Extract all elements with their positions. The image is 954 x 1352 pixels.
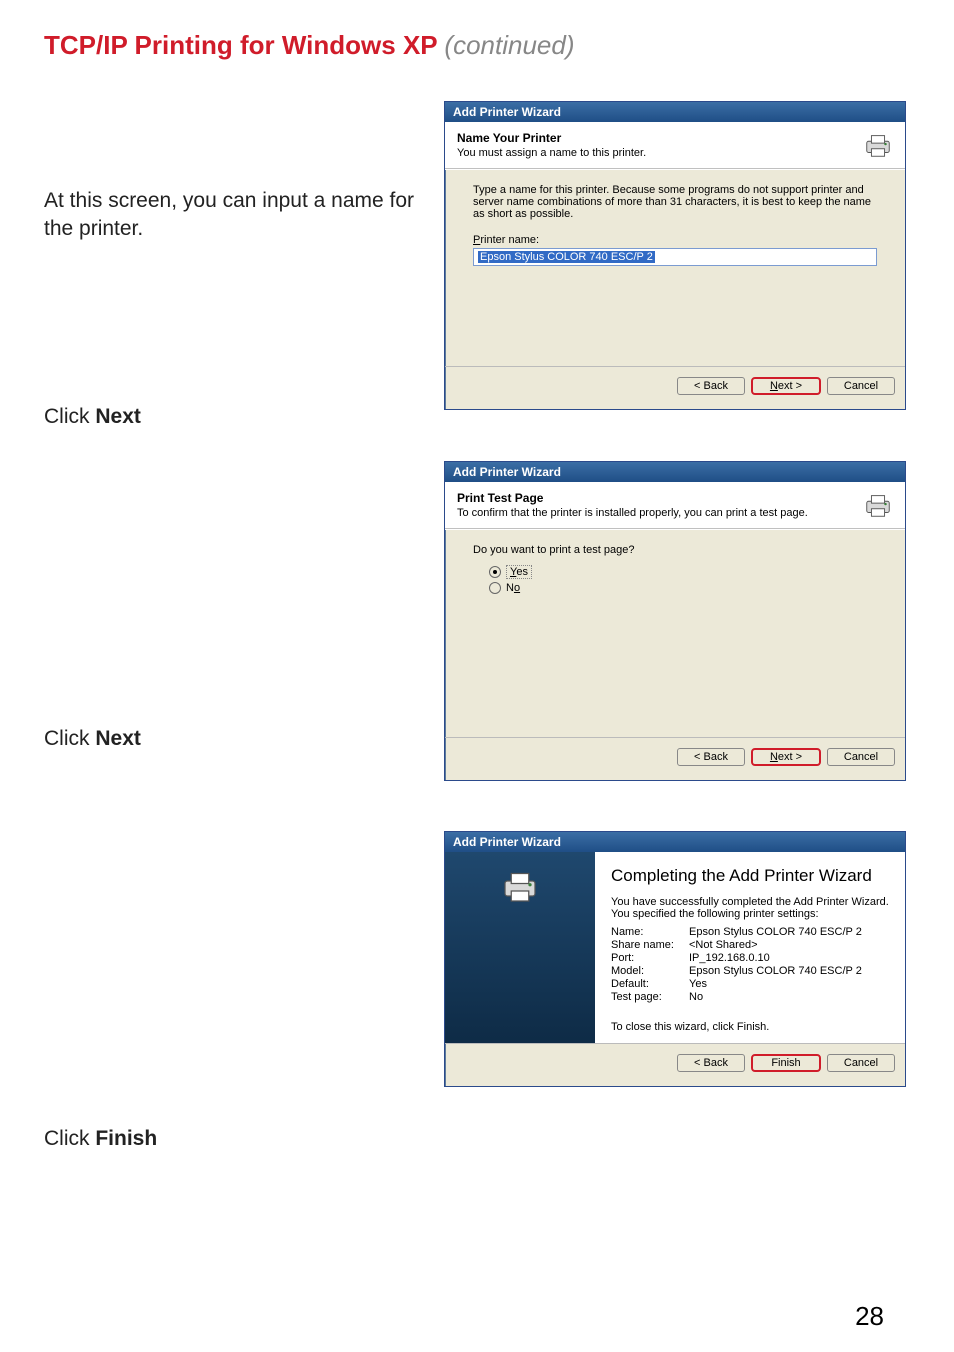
- back-button[interactable]: < Back: [677, 1054, 745, 1072]
- wizard-line1: You have successfully completed the Add …: [611, 896, 889, 908]
- wizard-heading: Completing the Add Printer Wizard: [611, 866, 889, 886]
- instruction-intro: At this screen, you can input a name for…: [44, 187, 444, 244]
- summary-table: Name: Epson Stylus COLOR 740 ESC/P 2 Sha…: [611, 926, 889, 1003]
- value-port: IP_192.168.0.10: [689, 952, 889, 964]
- page-heading-main: TCP/IP Printing for Windows XP: [44, 30, 437, 60]
- next-button[interactable]: Next >: [751, 748, 821, 766]
- instruction-click-next-1: Click Next: [44, 403, 444, 431]
- wizard-line2: You specified the following printer sett…: [611, 908, 889, 920]
- wizard-titlebar: Add Printer Wizard: [445, 462, 905, 482]
- wizard-close-text: To close this wizard, click Finish.: [611, 1021, 889, 1033]
- printer-icon: [500, 866, 540, 906]
- back-button[interactable]: < Back: [677, 377, 745, 395]
- label-share: Share name:: [611, 939, 689, 951]
- label-model: Model:: [611, 965, 689, 977]
- radio-no[interactable]: No: [489, 582, 877, 594]
- value-test: No: [689, 991, 889, 1003]
- wizard-completing: Add Printer Wizard Completing the Add Pr…: [444, 831, 906, 1087]
- wizard-name-printer: Add Printer Wizard Name Your Printer You…: [444, 101, 906, 410]
- label-name: Name:: [611, 926, 689, 938]
- label-test: Test page:: [611, 991, 689, 1003]
- finish-button[interactable]: Finish: [751, 1054, 821, 1072]
- wizard-sidebar: [445, 852, 595, 1043]
- radio-yes[interactable]: Yes: [489, 565, 877, 579]
- cancel-button[interactable]: Cancel: [827, 1054, 895, 1072]
- next-button[interactable]: Next >: [751, 377, 821, 395]
- page-number: 28: [855, 1301, 884, 1332]
- printer-name-label: Printer name:: [473, 234, 877, 246]
- back-button[interactable]: < Back: [677, 748, 745, 766]
- wizard-titlebar: Add Printer Wizard: [445, 832, 905, 852]
- printer-icon: [863, 130, 893, 160]
- printer-name-input[interactable]: Epson Stylus COLOR 740 ESC/P 2: [473, 248, 877, 266]
- page-heading: TCP/IP Printing for Windows XP (continue…: [44, 30, 910, 61]
- cancel-button[interactable]: Cancel: [827, 748, 895, 766]
- wizard-heading: Print Test Page: [457, 491, 863, 505]
- wizard-body-text: Type a name for this printer. Because so…: [473, 184, 877, 220]
- value-share: <Not Shared>: [689, 939, 889, 951]
- test-page-question: Do you want to print a test page?: [473, 544, 877, 556]
- wizard-test-page: Add Printer Wizard Print Test Page To co…: [444, 461, 906, 781]
- wizard-subheading: To confirm that the printer is installed…: [457, 507, 863, 519]
- instruction-click-next-2: Click Next: [44, 725, 444, 753]
- value-default: Yes: [689, 978, 889, 990]
- page-heading-continued: (continued): [444, 30, 574, 60]
- radio-icon: [489, 582, 501, 594]
- value-model: Epson Stylus COLOR 740 ESC/P 2: [689, 965, 889, 977]
- wizard-titlebar: Add Printer Wizard: [445, 102, 905, 122]
- label-default: Default:: [611, 978, 689, 990]
- instruction-click-finish: Click Finish: [44, 1125, 444, 1153]
- radio-icon: [489, 566, 501, 578]
- wizard-subheading: You must assign a name to this printer.: [457, 147, 863, 159]
- label-port: Port:: [611, 952, 689, 964]
- printer-icon: [863, 490, 893, 520]
- value-name: Epson Stylus COLOR 740 ESC/P 2: [689, 926, 889, 938]
- cancel-button[interactable]: Cancel: [827, 377, 895, 395]
- wizard-heading: Name Your Printer: [457, 131, 863, 145]
